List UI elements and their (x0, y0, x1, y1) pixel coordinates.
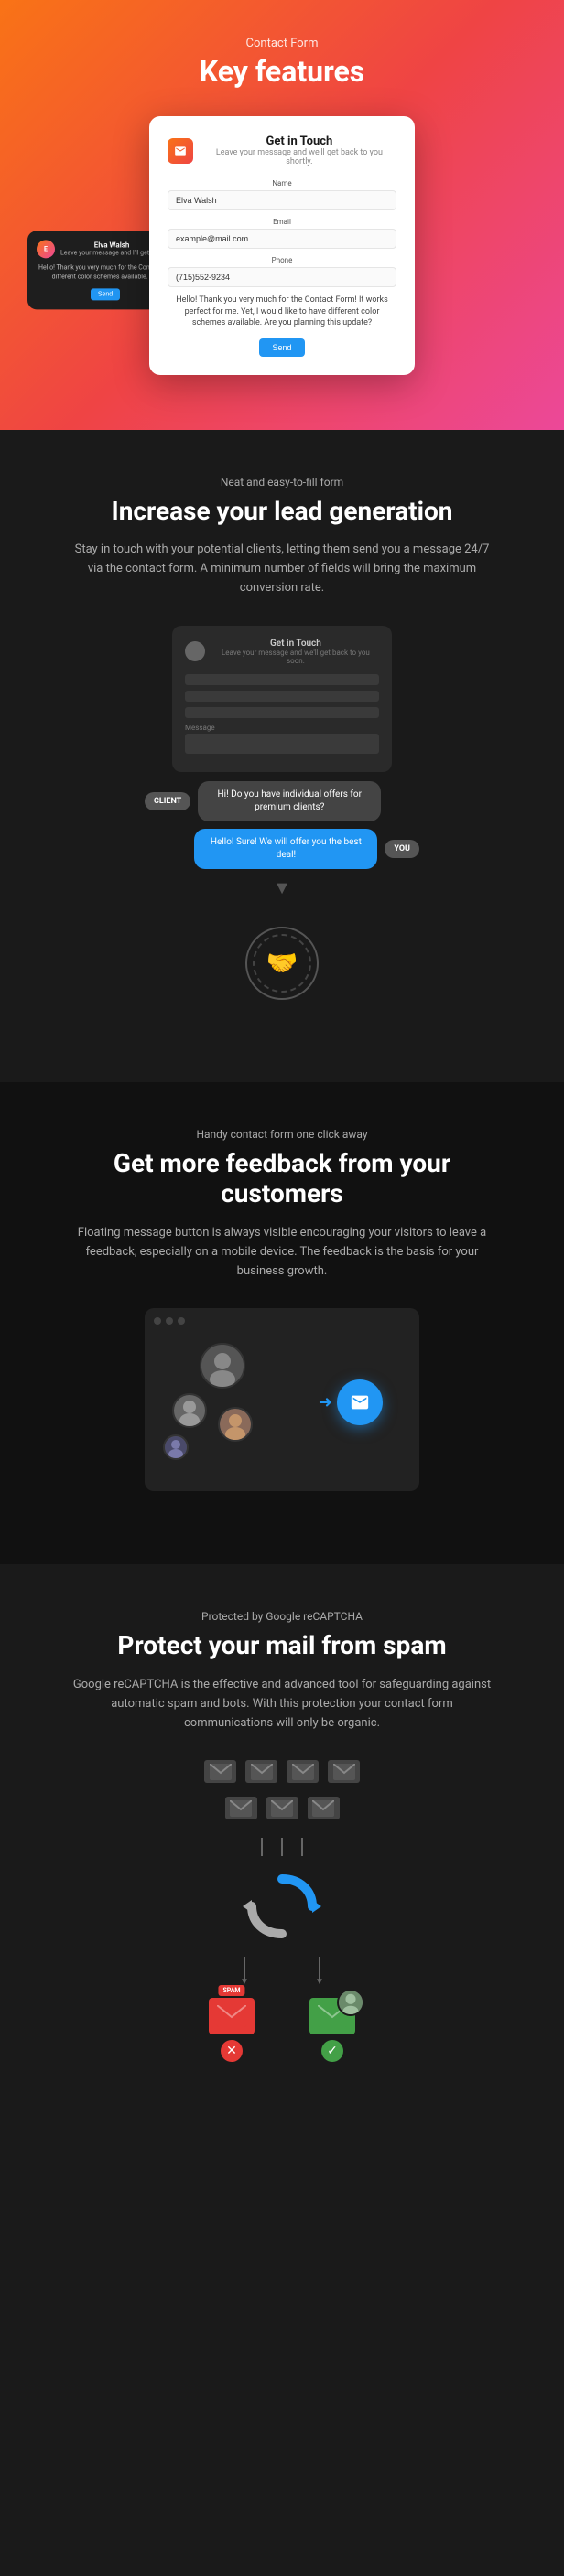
feedback-section: Handy contact form one click away Get mo… (0, 1082, 564, 1565)
chat-demo-title: Get in Touch (212, 639, 379, 649)
hero-avatar: E (37, 240, 55, 258)
dot-2 (166, 1317, 173, 1325)
ok-envelope-wrapper (309, 1998, 355, 2034)
handshake-container: 🤝 (236, 918, 328, 1009)
float-avatars: ➜ (145, 1334, 419, 1471)
hero-chat-name: Elva Walsh (60, 242, 163, 250)
window-dots (145, 1308, 419, 1334)
result-line-1: ▼ (244, 1957, 245, 1980)
avatar-4 (163, 1434, 189, 1460)
arrow-right-icon: ➜ (319, 1393, 332, 1412)
lead-gen-subtitle: Neat and easy-to-fill form (55, 476, 509, 488)
chat-demo-subtitle: Leave your message and we'll get back to… (212, 649, 379, 665)
spam-envelope-wrapper: SPAM (209, 1998, 255, 2034)
hero-subtitle: Contact Form (18, 37, 546, 50)
feedback-title: Get more feedback from your customers (55, 1148, 509, 1209)
result-row: SPAM ✕ ✓ (145, 1998, 419, 2062)
you-label: YOU (385, 840, 419, 858)
email-input[interactable] (168, 229, 396, 249)
arrow-line-3 (301, 1838, 303, 1856)
float-message-button[interactable] (337, 1379, 383, 1425)
bot-envelope-3 (287, 1760, 319, 1783)
recaptcha-icon-container (145, 1865, 419, 1948)
bot-envelope-2 (245, 1760, 277, 1783)
demo-message-label: Message (185, 724, 379, 732)
name-input[interactable] (168, 190, 396, 210)
yes-badge: ✓ (321, 2040, 343, 2062)
you-bubble-row: Hello! Sure! We will offer you the best … (145, 829, 419, 869)
bots-row-2 (145, 1797, 419, 1819)
float-demo: ➜ (145, 1308, 419, 1491)
dot-1 (154, 1317, 161, 1325)
contact-card-title: Get in Touch (202, 134, 396, 148)
contact-card-desc: Leave your message and we'll get back to… (202, 148, 396, 166)
spam-section: Protected by Google reCAPTCHA Protect yo… (0, 1564, 564, 2135)
bot-envelope-6 (266, 1797, 298, 1819)
bot-envelope-4 (328, 1760, 360, 1783)
name-label: Name (168, 179, 396, 188)
client-bubble: Hi! Do you have individual offers for pr… (198, 781, 381, 821)
avatar-2 (172, 1393, 207, 1428)
connector-arrows (145, 1838, 419, 1856)
hero-chat-sub: Leave your message and I'll get ba... (60, 250, 163, 257)
lead-gen-title: Increase your lead generation (55, 496, 509, 527)
demo-input-3 (185, 707, 379, 718)
recaptcha-svg (241, 1865, 323, 1948)
handshake-icon: 🤝 (266, 948, 298, 978)
bot-envelope-1 (204, 1760, 236, 1783)
avatar-1 (200, 1343, 245, 1389)
no-badge: ✕ (221, 2040, 243, 2062)
bot-envelope-5 (225, 1797, 257, 1819)
result-connectors: ▼ ▼ (145, 1957, 419, 1980)
chat-demo-icon (185, 641, 205, 661)
avatar-3 (218, 1407, 253, 1442)
contact-card: Get in Touch Leave your message and we'l… (149, 116, 415, 375)
phone-label: Phone (168, 256, 396, 264)
spam-title: Protect your mail from spam (55, 1630, 509, 1661)
hero-title: Key features (18, 54, 546, 89)
spam-desc: Google reCAPTCHA is the effective and ad… (71, 1676, 493, 1733)
spam-envelope (209, 1998, 255, 2034)
arrow-line-1 (261, 1838, 263, 1856)
envelope-icon (168, 138, 193, 164)
ok-result: ✓ (309, 1998, 355, 2062)
contact-send-button[interactable]: Send (259, 338, 304, 357)
client-bubble-row: CLIENT Hi! Do you have individual offers… (145, 781, 419, 821)
demo-message-input (185, 734, 379, 754)
chat-demo-form-header: Get in Touch Leave your message and we'l… (185, 639, 379, 665)
feedback-subtitle: Handy contact form one click away (55, 1128, 509, 1141)
chat-bubbles-container: CLIENT Hi! Do you have individual offers… (136, 781, 428, 869)
demo-input-2 (185, 691, 379, 702)
chat-demo-form: Get in Touch Leave your message and we'l… (172, 626, 392, 772)
arrow-line-2 (281, 1838, 283, 1856)
email-label: Email (168, 218, 396, 226)
chat-demo: Get in Touch Leave your message and we'l… (136, 626, 428, 1009)
lead-gen-desc: Stay in touch with your potential client… (71, 541, 493, 597)
result-line-2: ▼ (319, 1957, 320, 1980)
handshake-ring: 🤝 (245, 927, 319, 1000)
feedback-desc: Floating message button is always visibl… (71, 1224, 493, 1281)
hero-section: Contact Form Key features E Elva Walsh L… (0, 0, 564, 430)
hero-send-button[interactable]: Send (91, 289, 120, 301)
bots-row (145, 1760, 419, 1783)
ok-avatar (337, 1989, 364, 2016)
arrow-down: ▼ (136, 876, 428, 899)
contact-card-header: Get in Touch Leave your message and we'l… (168, 134, 396, 166)
spam-label: SPAM (218, 1985, 244, 1996)
spam-subtitle: Protected by Google reCAPTCHA (55, 1610, 509, 1623)
spam-result: SPAM ✕ (209, 1998, 255, 2062)
phone-input[interactable] (168, 267, 396, 287)
dot-3 (178, 1317, 185, 1325)
demo-input-1 (185, 674, 379, 685)
client-label: CLIENT (145, 792, 190, 810)
contact-card-message: Hello! Thank you very much for the Conta… (168, 295, 396, 329)
recaptcha-demo: ▼ ▼ SPAM ✕ (145, 1760, 419, 2062)
lead-generation-section: Neat and easy-to-fill form Increase your… (0, 430, 564, 1082)
bot-envelope-7 (308, 1797, 340, 1819)
you-bubble: Hello! Sure! We will offer you the best … (194, 829, 377, 869)
